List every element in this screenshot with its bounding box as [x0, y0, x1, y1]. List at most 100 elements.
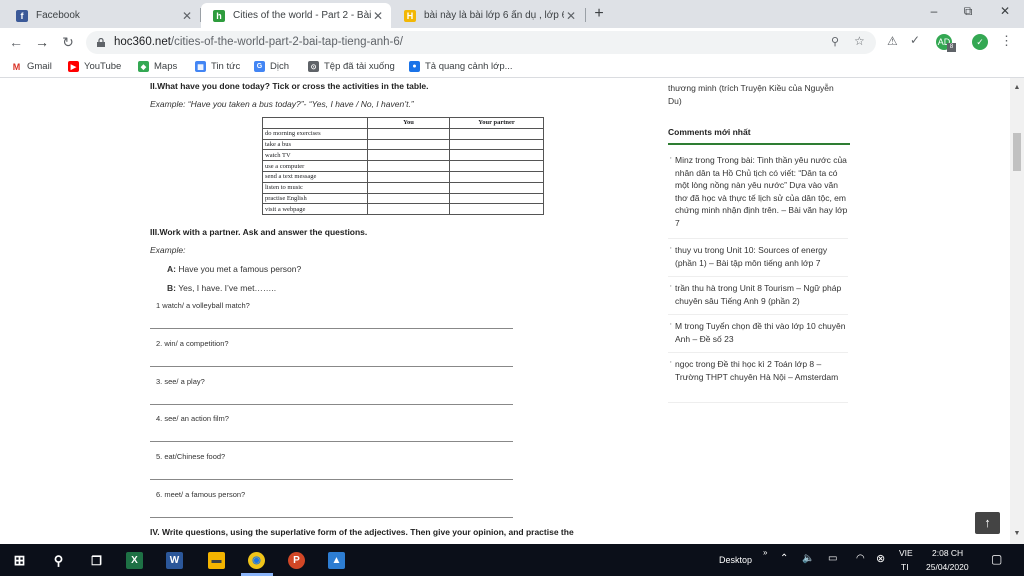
word-icon[interactable]: W	[166, 552, 183, 569]
comment-item[interactable]: ' thuy vu trong Unit 10: Sources of energ…	[670, 244, 850, 269]
table-row: do morning exercises	[262, 127, 544, 140]
comment-text: ngọc trong Đề thi học kì 2 Toán lớp 8 – …	[675, 359, 839, 382]
comment-item[interactable]: ' Minz trong Trong bài: Tinh thần yêu nướ…	[670, 154, 850, 229]
table-header: You	[367, 117, 450, 129]
question-1: 1 watch/ a volleyball match?	[156, 301, 250, 310]
sidebar-post-excerpt[interactable]: thương minh (trích Truyện Kiều của Nguyễ…	[668, 82, 848, 107]
example-a-text: Have you met a famous person?	[178, 264, 302, 274]
bookmark-ta-quang-canh[interactable]: ● Tả quang cảnh lớp...	[409, 61, 513, 72]
tab-title: bài này là bài lớp 6 ẩn dụ , lớp 6 ...	[424, 10, 564, 21]
answer-line	[150, 517, 513, 518]
checkmark-extension-icon[interactable]: ✓	[910, 33, 920, 47]
comment-item[interactable]: ' ngọc trong Đề thi học kì 2 Toán lớp 8 –…	[670, 358, 850, 383]
tab-facebook[interactable]: f Facebook ✕	[4, 3, 200, 28]
bullet-icon: '	[670, 155, 672, 165]
language-top[interactable]: VIE	[899, 548, 913, 558]
table-header	[262, 117, 368, 129]
chrome-taskbar-icon[interactable]: ◉	[248, 552, 265, 569]
clock-time[interactable]: 2:08 CH	[932, 548, 963, 558]
bookmark-label: Maps	[154, 61, 178, 72]
bookmark-downloads[interactable]: ⊙ Tệp đã tải xuống	[308, 61, 395, 72]
comment-text: M trong Tuyển chọn đề thi vào lớp 10 chu…	[675, 321, 846, 344]
windows-start-icon[interactable]: ⊞	[11, 552, 28, 569]
powerpoint-icon[interactable]: P	[288, 552, 305, 569]
tab-cities-of-the-world[interactable]: h Cities of the world - Part 2 - Bài t ✕	[201, 3, 391, 28]
divider	[668, 314, 848, 315]
page-content: II.What have you done today? Tick or cro…	[0, 78, 1024, 544]
close-icon[interactable]: ✕	[564, 9, 578, 23]
bookmark-label: Tệp đã tải xuống	[324, 61, 395, 72]
desktop-toolbar-chevron[interactable]: »	[763, 548, 767, 557]
task-view-icon[interactable]: ❐	[88, 552, 105, 569]
back-to-top-button[interactable]: ↑	[975, 512, 1000, 534]
language-bottom[interactable]: TI	[901, 562, 909, 572]
page-scrollbar[interactable]: ▲ ▼	[1010, 78, 1024, 544]
table-row: listen to music	[262, 181, 544, 194]
tab-title: Facebook	[36, 10, 80, 21]
extension-icon[interactable]: ⚠	[887, 34, 898, 48]
table-row: practise English	[262, 192, 544, 205]
photos-icon[interactable]: ▲	[328, 552, 345, 569]
section-2-heading: II.What have you done today? Tick or cro…	[150, 81, 429, 91]
close-icon[interactable]: ✕	[180, 9, 194, 23]
notifications-icon[interactable]: ▢	[991, 552, 1002, 566]
minimize-button[interactable]: –	[919, 4, 949, 18]
volume-icon[interactable]: 🔈	[802, 553, 814, 564]
battery-icon[interactable]: ▭	[828, 553, 837, 564]
comment-text: trần thu hà trong Unit 8 Tourism – Ngữ p…	[675, 283, 842, 306]
bookmarks-bar: M Gmail ▶ YouTube ◆ Maps ▦ Tin tức G Dịch ⊙ Tệ…	[0, 57, 1024, 78]
bookmark-youtube[interactable]: ▶ YouTube	[68, 61, 121, 72]
bookmark-label: Tả quang cảnh lớp...	[425, 61, 513, 72]
excel-icon[interactable]: X	[126, 552, 143, 569]
close-icon[interactable]: ✕	[371, 9, 385, 23]
zoom-icon[interactable]: ⚲	[831, 35, 839, 48]
browser-menu-icon[interactable]: ⋮	[1000, 33, 1013, 49]
forward-button[interactable]: →	[33, 33, 51, 51]
no-network-icon[interactable]: ⊗	[876, 552, 885, 565]
restore-button[interactable]: ⧉	[953, 4, 983, 19]
search-icon[interactable]: ⚲	[50, 552, 67, 569]
example-b: B: Yes, I have. I’ve met……..	[167, 283, 276, 293]
back-button[interactable]: ←	[7, 33, 25, 51]
example-b-text: Yes, I have. I’ve met……..	[178, 283, 277, 293]
activities-table: You Your partner do morning exercises ta…	[262, 117, 544, 216]
facebook-icon: f	[16, 9, 28, 22]
reload-button[interactable]: ↻	[59, 33, 77, 51]
bookmark-star-icon[interactable]: ☆	[854, 34, 865, 48]
translate-icon: G	[254, 61, 265, 72]
scroll-thumb[interactable]	[1013, 133, 1021, 171]
comment-item[interactable]: ' M trong Tuyển chọn đề thi vào lớp 10 ch…	[670, 320, 850, 345]
bookmark-translate[interactable]: G Dịch	[254, 61, 289, 72]
wifi-icon[interactable]: ◠	[856, 553, 865, 564]
desktop-toolbar-label[interactable]: Desktop	[719, 555, 752, 565]
bookmark-news[interactable]: ▦ Tin tức	[195, 61, 240, 72]
window-close-button[interactable]: ✕	[990, 4, 1020, 18]
scroll-down-icon[interactable]: ▼	[1012, 530, 1022, 540]
question-2: 2. win/ a competition?	[156, 339, 229, 348]
bookmark-gmail[interactable]: M Gmail	[11, 61, 52, 72]
tab-strip: f Facebook ✕ h Cities of the world - Par…	[0, 0, 1024, 28]
browser-toolbar: ← → ↻ hoc360.net/cities-of-the-world-par…	[0, 28, 1024, 57]
forward-arrow-icon: →	[35, 34, 49, 50]
table-cell	[367, 170, 450, 183]
answer-line	[150, 479, 513, 480]
bookmark-label: Tin tức	[211, 61, 241, 72]
comment-item[interactable]: ' trần thu hà trong Unit 8 Tourism – Ngữ …	[670, 282, 850, 307]
show-hidden-icons-icon[interactable]: ⌃	[780, 553, 788, 564]
tab-divider	[585, 8, 586, 22]
bookmark-maps[interactable]: ◆ Maps	[138, 61, 177, 72]
file-explorer-icon[interactable]: ▬	[208, 552, 225, 569]
comments-heading: Comments mới nhất	[668, 127, 751, 137]
table-cell	[367, 181, 450, 194]
address-bar[interactable]: hoc360.net/cities-of-the-world-part-2-ba…	[86, 31, 876, 54]
sync-check-icon[interactable]: ✓	[972, 34, 988, 50]
clock-date[interactable]: 25/04/2020	[926, 562, 969, 572]
table-row: watch TV	[262, 149, 544, 162]
tab-hoidap[interactable]: H bài này là bài lớp 6 ẩn dụ , lớp 6 ...…	[392, 3, 584, 28]
new-tab-button[interactable]: +	[590, 5, 608, 23]
divider	[668, 276, 848, 277]
lock-icon	[97, 38, 105, 47]
scroll-up-icon[interactable]: ▲	[1012, 84, 1022, 94]
table-cell	[449, 170, 544, 183]
table-cell	[449, 160, 544, 172]
